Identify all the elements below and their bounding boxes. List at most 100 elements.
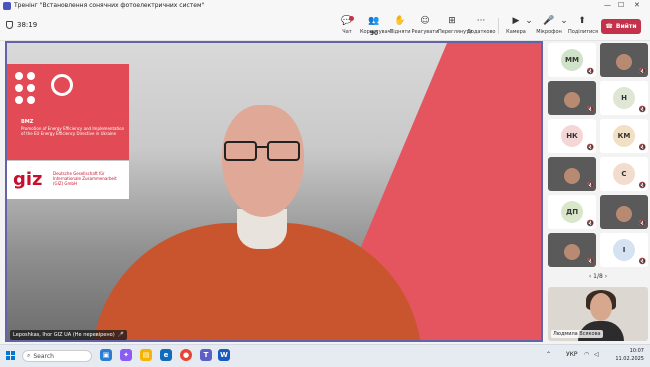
main-video-stage[interactable]: BMZ Promotion of Energy Efficiency and I… xyxy=(5,41,543,342)
more-button[interactable]: ··· Додатково xyxy=(467,15,495,37)
people-icon: 👥90 xyxy=(368,16,380,37)
participants-panel: MM 🔇 🔇 🔇 Н 🔇 НК 🔇 КМ 🔇 🔇 С 🔇 ДП 🔇 🔇 🔇 І 🔇 ‹ 1/8 › Людмила … xyxy=(546,41,650,342)
microphone-icon: 🎤 xyxy=(543,16,555,26)
pager: ‹ 1/8 › xyxy=(546,273,650,280)
volume-icon[interactable]: ◁ xyxy=(594,351,599,358)
meeting-toolbar: 38:19 💬 Чат 👥90 Користувачі ✋ Підняти ☺ … xyxy=(0,12,650,41)
windows-start-icon[interactable] xyxy=(6,351,16,361)
mic-options-button[interactable]: ⌄ xyxy=(557,15,568,37)
raise-label: Підняти xyxy=(389,29,411,35)
clock-time: 10:07 xyxy=(629,348,644,354)
wifi-icon[interactable]: ◠ xyxy=(584,351,589,358)
hand-icon: ✋ xyxy=(394,16,406,26)
participant-tile[interactable]: 🔇 xyxy=(548,157,596,191)
raise-hand-button[interactable]: ✋ Підняти xyxy=(386,15,414,37)
task-view-icon[interactable]: ▣ xyxy=(100,349,112,361)
speaker-glasses xyxy=(224,141,302,163)
toolbar-divider xyxy=(498,18,499,34)
mic-muted-icon: 🔇 xyxy=(638,220,646,227)
participant-tile[interactable]: ДП 🔇 xyxy=(548,195,596,229)
phone-hangup-icon: ☎ xyxy=(605,23,613,30)
self-video-tile[interactable]: Людмила Всякова xyxy=(548,287,648,341)
giz-logo-text: giz xyxy=(13,169,43,190)
mic-muted-icon: 🔇 xyxy=(586,106,594,113)
grid-icon: ⊞ xyxy=(448,16,456,26)
mic-muted-icon: 🔇 xyxy=(586,220,594,227)
participant-video xyxy=(564,91,580,108)
participant-tile[interactable]: 🔇 xyxy=(600,43,648,77)
participant-avatar: ДП xyxy=(561,201,583,223)
speaker-name: Leposhkas, Ihor GIZ UA (Не перевірено) xyxy=(13,332,115,338)
language-indicator[interactable]: УКР xyxy=(566,351,578,358)
maximize-icon[interactable]: ☐ xyxy=(618,1,624,9)
participant-tile[interactable]: 🔇 xyxy=(548,233,596,267)
meeting-timer: 38:19 xyxy=(6,21,37,29)
smiley-icon: ☺ xyxy=(420,16,430,26)
participant-video xyxy=(616,205,632,222)
view-button[interactable]: ⊞ Переглянути xyxy=(438,15,472,37)
participant-avatar: КМ xyxy=(613,125,635,147)
file-explorer-icon[interactable]: ▤ xyxy=(140,349,152,361)
window-title: Тренінг "Встановлення сонячних фотоелект… xyxy=(14,2,205,9)
participant-avatar: Н xyxy=(613,87,635,109)
next-page-icon[interactable]: › xyxy=(605,273,607,280)
participant-tile[interactable]: MM 🔇 xyxy=(548,43,596,77)
participant-avatar: С xyxy=(613,163,635,185)
participant-video xyxy=(616,53,632,70)
participant-avatar: MM xyxy=(561,49,583,71)
search-icon: ⌕ xyxy=(27,352,31,359)
edge-icon[interactable]: e xyxy=(160,349,172,361)
react-label: Реагувати xyxy=(411,29,439,35)
participant-tile[interactable]: Н 🔇 xyxy=(600,81,648,115)
participants-button[interactable]: 👥90 Користувачі xyxy=(360,15,392,37)
participant-tile[interactable]: С 🔇 xyxy=(600,157,648,191)
share-button[interactable]: ⬆ Поділитися xyxy=(568,15,598,37)
mic-muted-icon: 🔇 xyxy=(586,258,594,265)
participant-video xyxy=(564,167,580,184)
giz-brand-box: giz Deutsche Gesellschaft für Internatio… xyxy=(7,161,129,199)
mic-muted-icon: 🔇 xyxy=(638,68,646,75)
mic-muted-icon: 🔇 xyxy=(586,68,594,75)
camera-options-button[interactable]: ⌄ xyxy=(522,15,533,37)
participant-tile[interactable]: 🔇 xyxy=(548,81,596,115)
giz-description: Deutsche Gesellschaft für Internationale… xyxy=(53,171,117,186)
mic-muted-icon: 🔇 xyxy=(638,106,646,113)
chrome-icon[interactable]: ● xyxy=(180,349,192,361)
prev-page-icon[interactable]: ‹ xyxy=(589,273,591,280)
self-face xyxy=(590,293,612,321)
speaker-name-tag: Leposhkas, Ihor GIZ UA (Не перевірено) 🎤 xyxy=(10,330,127,340)
word-icon[interactable]: W xyxy=(218,349,230,361)
shield-icon xyxy=(6,21,13,29)
react-button[interactable]: ☺ Реагувати xyxy=(411,15,439,37)
participant-tile[interactable]: НК 🔇 xyxy=(548,119,596,153)
tray-chevron-icon[interactable]: ⌃ xyxy=(546,351,551,358)
leave-label: Вийти xyxy=(615,23,637,30)
mic-muted-icon: 🔇 xyxy=(586,144,594,151)
clock-date: 11.02.2025 xyxy=(615,356,644,362)
taskbar-search[interactable]: ⌕ Search xyxy=(22,350,92,362)
participant-tile[interactable]: І 🔇 xyxy=(600,233,648,267)
more-label: Додатково xyxy=(467,29,496,35)
page-indicator: 1/8 xyxy=(593,273,603,280)
participant-tile[interactable]: КМ 🔇 xyxy=(600,119,648,153)
participant-video xyxy=(564,243,580,260)
leave-button[interactable]: ☎ Вийти xyxy=(601,19,641,34)
self-name: Людмила Всякова xyxy=(551,330,603,338)
copilot-icon[interactable]: ✦ xyxy=(120,349,132,361)
title-bar: Тренінг "Встановлення сонячних фотоелект… xyxy=(0,0,650,12)
chat-button[interactable]: 💬 Чат xyxy=(333,15,361,37)
mic-on-icon: 🎤 xyxy=(117,332,124,338)
search-label: Search xyxy=(33,352,54,360)
taskbar-clock[interactable]: 10:07 11.02.2025 xyxy=(604,347,644,363)
mic-muted-icon: 🔇 xyxy=(638,144,646,151)
chevron-down-icon: ⌄ xyxy=(525,16,533,26)
chat-label: Чат xyxy=(342,29,352,35)
close-icon[interactable]: ✕ xyxy=(634,1,640,9)
participant-avatar: І xyxy=(613,239,635,261)
mic-muted-icon: 🔇 xyxy=(638,182,646,189)
participant-tile[interactable]: 🔇 xyxy=(600,195,648,229)
share-icon: ⬆ xyxy=(578,16,586,26)
bmz-description: Promotion of Energy Efficiency and Imple… xyxy=(21,126,125,136)
teams-icon[interactable]: T xyxy=(200,349,212,361)
minimize-icon[interactable]: — xyxy=(604,1,611,9)
